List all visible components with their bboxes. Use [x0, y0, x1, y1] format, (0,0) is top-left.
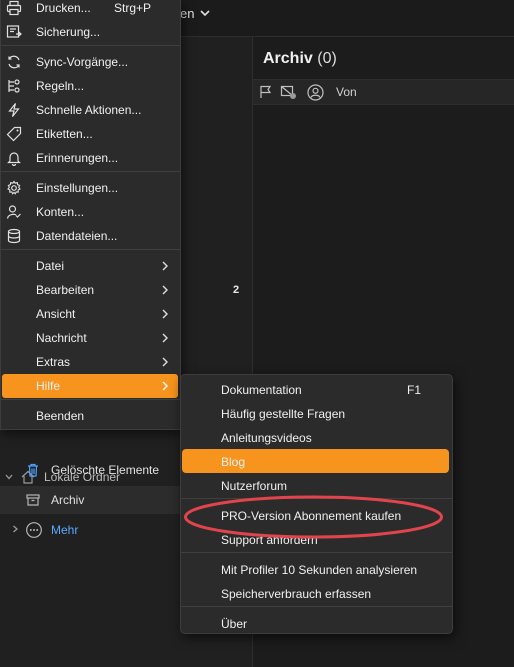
- archive-icon: [26, 494, 40, 506]
- submenu-item-buy-pro[interactable]: PRO-Version Abonnement kaufen: [181, 503, 452, 527]
- menu-item-label: Sync-Vorgänge...: [36, 55, 129, 69]
- submenu-item-videos[interactable]: Anleitungsvideos: [181, 425, 452, 449]
- menu-item-view[interactable]: Ansicht: [1, 302, 180, 326]
- submenu-item-label: Anleitungsvideos: [221, 431, 312, 445]
- more-icon: [26, 522, 42, 538]
- unread-count-badge: 2: [233, 284, 240, 296]
- account-icon: [6, 205, 21, 219]
- column-from[interactable]: Von: [336, 85, 357, 99]
- chevron-right-icon: [162, 261, 168, 271]
- submenu-item-about[interactable]: Über: [181, 611, 452, 635]
- menu-item-label: Etiketten...: [36, 127, 93, 141]
- menu-item-label: Nachricht: [36, 331, 87, 345]
- menu-item-tags[interactable]: Etiketten...: [1, 122, 180, 146]
- menu-item-sync[interactable]: Sync-Vorgänge...: [1, 50, 180, 74]
- submenu-item-label: Über: [221, 617, 248, 631]
- folder-title: Archiv: [263, 50, 313, 67]
- bell-icon: [7, 152, 21, 166]
- submenu-item-label: Mit Profiler 10 Sekunden analysieren: [221, 563, 418, 577]
- submenu-item-label: Support anfordern: [221, 533, 318, 547]
- chevron-right-icon[interactable]: [10, 524, 20, 534]
- menu-item-extras[interactable]: Extras: [1, 350, 180, 374]
- chevron-right-icon: [162, 381, 168, 391]
- menu-item-label: Beenden: [36, 409, 85, 423]
- app-menu: Drucken... Strg+P Sicherung... Sync-Vorg…: [0, 0, 181, 430]
- menu-item-label: Regeln...: [36, 79, 85, 93]
- submenu-item-forum[interactable]: Nutzerforum: [181, 473, 452, 497]
- menu-item-edit[interactable]: Bearbeiten: [1, 278, 180, 302]
- submenu-item-label: Häufig gestellte Fragen: [221, 407, 346, 421]
- menu-item-message[interactable]: Nachricht: [1, 326, 180, 350]
- submenu-item-faq[interactable]: Häufig gestellte Fragen: [181, 401, 452, 425]
- submenu-item-label: PRO-Version Abonnement kaufen: [221, 509, 402, 523]
- submenu-separator: [181, 552, 452, 553]
- menu-item-backup[interactable]: Sicherung...: [1, 20, 180, 44]
- trash-icon: [28, 463, 38, 477]
- submenu-item-profiler[interactable]: Mit Profiler 10 Sekunden analysieren: [181, 557, 452, 581]
- submenu-item-blog[interactable]: Blog: [182, 449, 449, 473]
- menu-item-accounts[interactable]: Konten...: [1, 200, 180, 224]
- help-submenu: Dokumentation F1 Häufig gestellte Fragen…: [180, 374, 453, 634]
- rules-icon: [8, 79, 20, 93]
- backup-icon: [6, 25, 22, 38]
- toolbar-dropdown-label[interactable]: en: [180, 6, 194, 21]
- menu-item-help[interactable]: Hilfe: [2, 374, 178, 398]
- folder-item-label: Gelöschte Elemente: [51, 463, 160, 477]
- submenu-item-memory[interactable]: Speicherverbrauch erfassen: [181, 581, 452, 605]
- more-label: Mehr: [51, 523, 79, 537]
- menu-item-reminders[interactable]: Erinnerungen...: [1, 146, 180, 170]
- menu-item-label: Extras: [36, 355, 71, 369]
- menu-separator: [1, 399, 180, 400]
- chevron-right-icon: [162, 285, 168, 295]
- attachment-status-icon[interactable]: [280, 84, 298, 100]
- menu-item-label: Datei: [36, 259, 65, 273]
- menu-item-label: Ansicht: [36, 307, 76, 321]
- tag-icon: [6, 126, 22, 142]
- menu-item-label: Bearbeiten: [36, 283, 95, 297]
- menu-item-label: Sicherung...: [36, 25, 101, 39]
- submenu-item-support[interactable]: Support anfordern: [181, 527, 452, 551]
- submenu-item-shortcut: F1: [407, 383, 422, 397]
- menu-separator: [1, 45, 180, 46]
- menu-item-shortcut: Strg+P: [114, 1, 152, 15]
- menu-item-label: Drucken...: [36, 1, 91, 15]
- submenu-item-label: Dokumentation: [221, 383, 302, 397]
- menu-separator: [1, 171, 180, 172]
- menu-item-data-files[interactable]: Datendateien...: [1, 224, 180, 248]
- menu-item-label: Konten...: [36, 205, 85, 219]
- submenu-item-documentation[interactable]: Dokumentation F1: [181, 377, 452, 401]
- message-count: (0): [317, 50, 337, 67]
- menu-item-settings[interactable]: Einstellungen...: [1, 176, 180, 200]
- menu-item-file[interactable]: Datei: [1, 254, 180, 278]
- chevron-right-icon: [162, 357, 168, 367]
- chevron-right-icon: [162, 309, 168, 319]
- menu-item-label: Schnelle Aktionen...: [36, 103, 142, 117]
- page-title: Archiv (0): [263, 50, 337, 68]
- database-icon: [7, 228, 21, 244]
- chevron-down-icon[interactable]: [198, 6, 212, 20]
- contact-icon[interactable]: [307, 84, 324, 101]
- submenu-item-label: Nutzerforum: [221, 479, 288, 493]
- submenu-item-label: Blog: [221, 455, 246, 469]
- menu-item-label: Erinnerungen...: [36, 151, 119, 165]
- menu-item-rules[interactable]: Regeln...: [1, 74, 180, 98]
- lightning-icon: [8, 103, 20, 117]
- gear-icon: [7, 180, 21, 195]
- submenu-separator: [181, 498, 452, 499]
- chevron-right-icon: [162, 333, 168, 343]
- column-header-row: Von: [253, 79, 514, 105]
- menu-item-quick-actions[interactable]: Schnelle Aktionen...: [1, 98, 180, 122]
- submenu-separator: [181, 606, 452, 607]
- folder-item-label: Archiv: [51, 493, 85, 507]
- menu-item-print[interactable]: Drucken... Strg+P: [1, 0, 180, 20]
- menu-item-exit[interactable]: Beenden: [1, 404, 180, 428]
- menu-item-label: Datendateien...: [36, 229, 118, 243]
- flag-icon[interactable]: [258, 84, 274, 100]
- submenu-item-label: Speicherverbrauch erfassen: [221, 587, 372, 601]
- printer-icon: [6, 0, 22, 16]
- menu-item-label: Einstellungen...: [36, 181, 119, 195]
- menu-item-label: Hilfe: [36, 379, 61, 393]
- menu-separator: [1, 249, 180, 250]
- sync-icon: [8, 55, 20, 69]
